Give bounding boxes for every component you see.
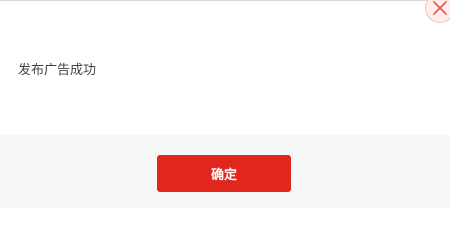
confirm-button[interactable]: 确定 — [157, 155, 291, 192]
success-message: 发布广告成功 — [18, 62, 97, 77]
success-dialog: 发布广告成功 确定 — [0, 0, 450, 208]
dialog-footer: 确定 — [0, 135, 450, 208]
dialog-body: 发布广告成功 — [0, 1, 450, 135]
close-icon — [432, 0, 448, 16]
